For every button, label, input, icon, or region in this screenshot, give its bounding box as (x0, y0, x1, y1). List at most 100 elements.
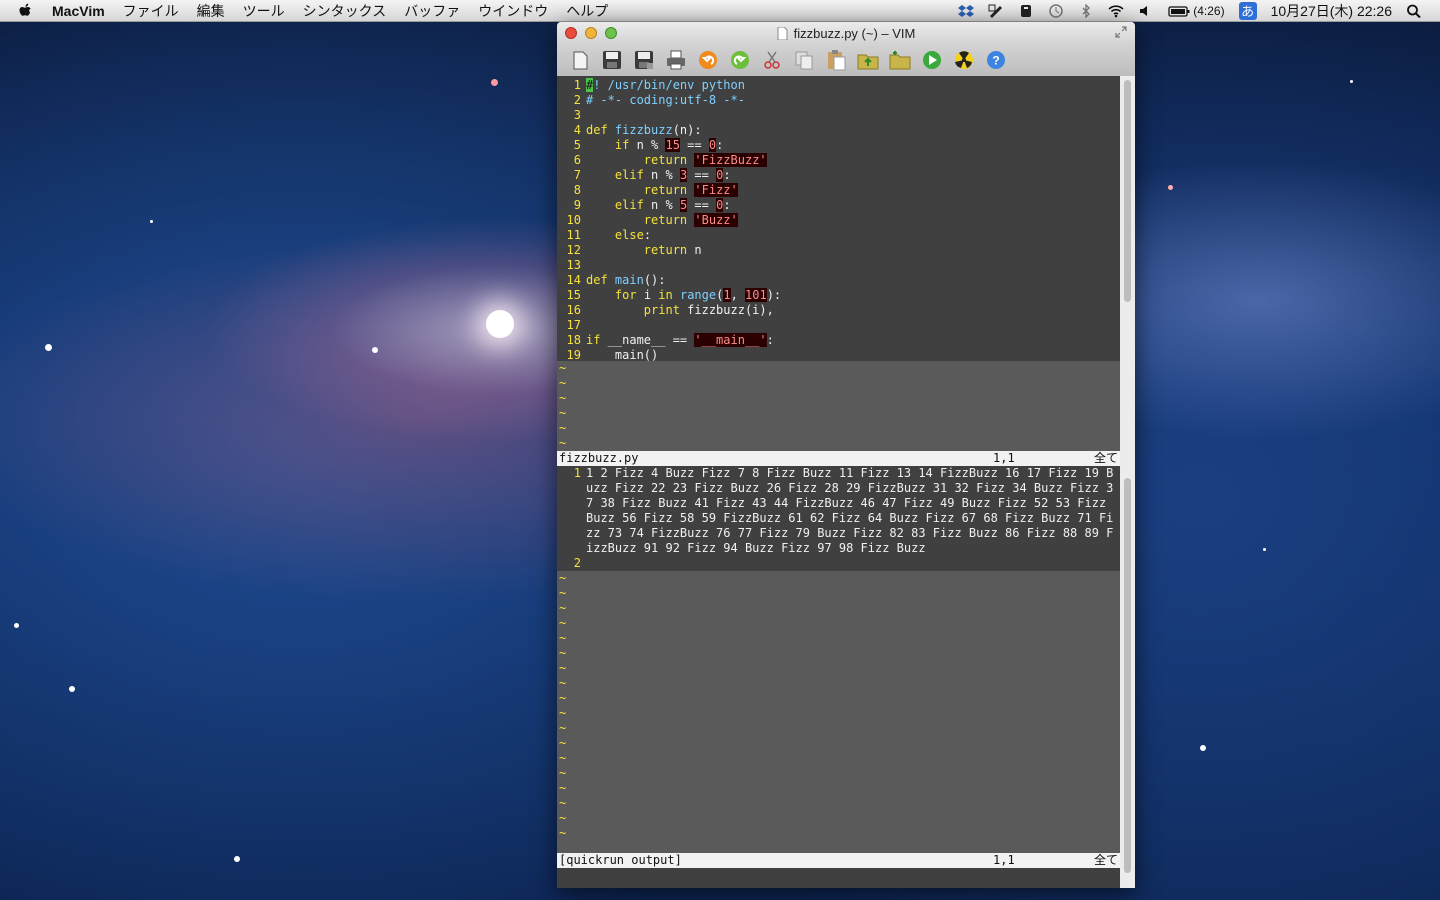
close-button[interactable] (565, 27, 577, 39)
code-line[interactable]: 15 for i in range(1, 101): (557, 288, 1120, 303)
code-line[interactable]: 10 return 'Buzz' (557, 213, 1120, 228)
vim-editor[interactable]: 1 #! /usr/bin/env python 2 # -*- coding:utf… (557, 76, 1120, 888)
code-line[interactable]: 8 return 'Fizz' (557, 183, 1120, 198)
save-button[interactable] (599, 47, 625, 73)
open-icon (573, 51, 588, 70)
code-token: def (586, 273, 615, 287)
save-icon (603, 51, 621, 69)
code-token: fizzbuzz(i), (679, 303, 774, 317)
input-method-indicator[interactable]: あ (1238, 1, 1257, 20)
code-token: print (643, 303, 680, 317)
help-button[interactable]: ? (983, 47, 1009, 73)
code-token: (): (643, 273, 666, 287)
time-machine-icon[interactable] (1048, 3, 1064, 18)
print-button[interactable] (663, 47, 689, 73)
code-line[interactable]: 2 # -*- coding:utf-8 -*- (557, 93, 1120, 108)
script-icon[interactable] (988, 4, 1004, 18)
menu-syntax[interactable]: シンタックス (303, 1, 387, 21)
code-token: == (679, 138, 709, 152)
scrollbar[interactable] (1120, 76, 1135, 888)
cut-button[interactable] (759, 47, 785, 73)
status-line-bottom[interactable]: [quickrun output] 1,1 全て (557, 853, 1120, 868)
dropbox-icon[interactable] (958, 4, 975, 18)
code-line[interactable]: 14 def main(): (557, 273, 1120, 288)
code-line[interactable]: 16 print fizzbuzz(i), (557, 303, 1120, 318)
clock[interactable]: 10月27日(木) 22:26 (1271, 1, 1392, 21)
scrollbar-thumb-top[interactable] (1124, 80, 1131, 302)
code-pane[interactable]: 1 #! /usr/bin/env python 2 # -*- coding:utf… (557, 76, 1120, 362)
load-session-button[interactable] (855, 47, 881, 73)
code-line[interactable]: 3 (557, 108, 1120, 123)
star (1350, 80, 1353, 83)
code-token: 0 (708, 138, 717, 152)
run-button[interactable] (919, 47, 945, 73)
code-line[interactable]: 1 #! /usr/bin/env python (557, 78, 1120, 93)
tilde-line: ~ (559, 361, 567, 375)
code-token: elif (614, 168, 644, 182)
code-line[interactable]: 18 if __name__ == '__main__': (557, 333, 1120, 348)
menu-buffers[interactable]: バッファ (404, 1, 460, 21)
spotlight-icon[interactable] (1406, 4, 1422, 18)
code-line[interactable]: 13 (557, 258, 1120, 273)
code-line[interactable]: 12 return n (557, 243, 1120, 258)
code-line[interactable]: 6 return 'FizzBuzz' (557, 153, 1120, 168)
code-line[interactable]: 7 elif n % 3 == 0: (557, 168, 1120, 183)
code-line[interactable]: 4 def fizzbuzz(n): (557, 123, 1120, 138)
open-button[interactable] (567, 47, 593, 73)
code-token: for (614, 288, 637, 302)
battery-icon[interactable] (1168, 4, 1190, 18)
paste-icon (828, 50, 846, 71)
paste-button[interactable] (823, 47, 849, 73)
code-token: n (687, 243, 702, 257)
code-token: return (643, 243, 688, 257)
evernote-icon[interactable] (1018, 4, 1034, 18)
tilde-line: ~ (559, 586, 567, 600)
title-bar[interactable]: fizzbuzz.py (~) – VIM (557, 22, 1135, 44)
code-token: : (723, 168, 731, 182)
volume-icon[interactable] (1138, 4, 1154, 18)
scrollbar-thumb-bottom[interactable] (1124, 478, 1131, 873)
menu-window[interactable]: ウインドウ (478, 1, 548, 21)
line-number: 5 (573, 138, 581, 152)
undo-button[interactable] (695, 47, 721, 73)
status-line-top[interactable]: fizzbuzz.py 1,1 全て (557, 451, 1120, 466)
bluetooth-icon[interactable] (1078, 3, 1094, 18)
code-line[interactable]: 5 if n % 15 == 0: (557, 138, 1120, 153)
line-number: 8 (573, 183, 581, 197)
apple-icon[interactable] (18, 3, 34, 19)
document-icon[interactable] (777, 26, 788, 40)
copy-button[interactable] (791, 47, 817, 73)
code-token: n % (643, 198, 680, 212)
code-line[interactable]: 9 elif n % 5 == 0: (557, 198, 1120, 213)
menu-tools[interactable]: ツール (243, 1, 285, 21)
zoom-button[interactable] (605, 27, 617, 39)
tilde-line: ~ (559, 661, 567, 675)
wifi-icon[interactable] (1108, 4, 1124, 18)
menu-help[interactable]: ヘルプ (566, 1, 608, 21)
make-button[interactable] (951, 47, 977, 73)
fullscreen-icon[interactable] (1115, 26, 1127, 38)
save-session-button[interactable] (887, 47, 913, 73)
code-token: 1 (723, 288, 731, 302)
menu-app-name[interactable]: MacVim (52, 3, 105, 19)
window-title: fizzbuzz.py (~) – VIM (793, 25, 916, 41)
tilde-line: ~ (559, 646, 567, 660)
line-number: 9 (573, 198, 581, 212)
redo-button[interactable] (727, 47, 753, 73)
code-token: n % (643, 168, 680, 182)
output-pane[interactable]: 1 1 2 Fizz 4 Buzz Fizz 7 8 Fizz Buzz 11 … (557, 466, 1120, 571)
star (1168, 185, 1173, 190)
menu-file[interactable]: ファイル (123, 1, 179, 21)
code-token: , (730, 288, 746, 302)
save-all-button[interactable] (631, 47, 657, 73)
code-line[interactable]: 11 else: (557, 228, 1120, 243)
minimize-button[interactable] (585, 27, 597, 39)
save-all-icon (635, 51, 653, 69)
menu-edit[interactable]: 編集 (197, 1, 225, 21)
status-scroll: 全て (1093, 451, 1118, 465)
code-line[interactable]: 17 (557, 318, 1120, 333)
